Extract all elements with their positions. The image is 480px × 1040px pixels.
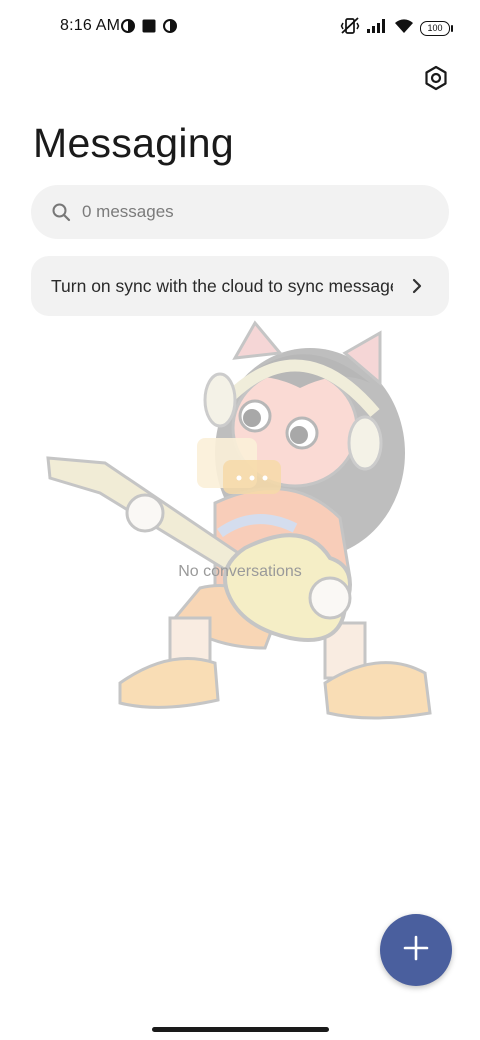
data-saver-icon (121, 19, 135, 38)
settings-hex-icon (423, 65, 449, 96)
wifi-icon (394, 18, 414, 39)
search-bar[interactable]: 0 messages (31, 185, 449, 239)
search-placeholder: 0 messages (82, 202, 174, 221)
settings-button[interactable] (420, 64, 452, 96)
home-indicator[interactable] (152, 1027, 329, 1032)
chat-bubbles-icon (195, 436, 285, 496)
messaging-screen: 8:16 AM 100 Messaging 0 messages Turn on… (0, 0, 480, 1040)
search-icon (51, 202, 71, 222)
sync-banner-text: Turn on sync with the cloud to sync mess… (51, 276, 393, 296)
status-time: 8:16 AM (60, 17, 121, 34)
page-title: Messaging (33, 120, 234, 166)
new-conversation-button[interactable] (380, 914, 452, 986)
battery-icon: 100 (420, 21, 453, 36)
empty-state-illustration (40, 318, 440, 728)
plus-icon (402, 934, 430, 967)
status-bar: 8:16 AM 100 (0, 0, 480, 56)
vibrate-off-icon (340, 17, 360, 40)
cellular-signal-icon (366, 18, 388, 39)
status-left-icons (121, 19, 177, 38)
chevron-right-icon (409, 277, 425, 295)
empty-state-text: No conversations (178, 563, 302, 580)
status-right-icons: 100 (340, 17, 453, 40)
data-saver-icon (163, 19, 177, 38)
stop-square-icon (142, 19, 156, 38)
sync-banner[interactable]: Turn on sync with the cloud to sync mess… (31, 256, 449, 316)
